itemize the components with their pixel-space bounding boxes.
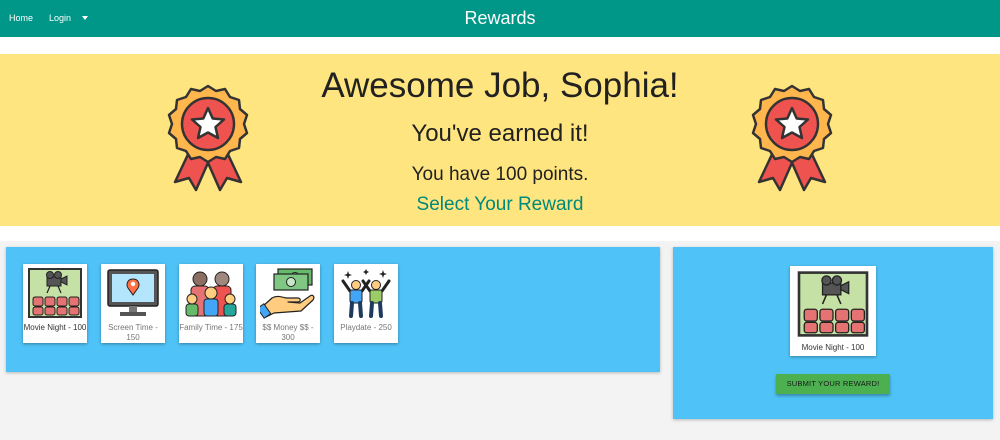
selected-reward-card: Movie Night - 100 [790,266,876,356]
family-icon [185,271,237,317]
money-hand-icon [260,268,315,319]
selected-reward-label: Movie Night - 100 [801,343,865,352]
selected-reward-panel: Movie Night - 100 SUBMIT YOUR REWARD! [673,247,993,419]
points-text: You have 100 points. [411,164,589,185]
reward-card-screen-time[interactable]: Screen Time - 150 [101,264,165,343]
rewards-panel: Movie Night - 100 Screen Time - 150 Fami… [6,247,660,372]
reward-card-label: Movie Night - 100 [23,323,87,332]
banner-subline: You've earned it! [411,120,589,147]
reward-card-family-time[interactable]: Family Time - 175 [179,264,243,343]
movie-night-icon [797,271,869,337]
select-reward-link-row: Select Your Reward [0,194,1000,216]
reward-card-label: Playdate - 250 [340,323,392,332]
playdate-icon [341,269,391,318]
reward-card-label: Family Time - 175 [179,323,243,332]
spacer [0,226,1000,241]
reward-card-label: Screen Time - 150 [108,323,158,342]
submit-reward-button[interactable]: SUBMIT YOUR REWARD! [776,374,890,394]
congrats-banner: Awesome Job, Sophia! You've earned it! Y… [0,54,1000,226]
reward-card-money[interactable]: $$ Money $$ - 300 [256,264,320,343]
reward-card-label: $$ Money $$ - 300 [262,323,314,342]
select-reward-link[interactable]: Select Your Reward [417,194,584,215]
page-title: Rewards [464,8,536,28]
banner-headline: Awesome Job, Sophia! [321,66,679,105]
spacer [0,37,1000,54]
reward-card-movie-night[interactable]: Movie Night - 100 [23,264,87,343]
award-ribbon-star-icon [751,84,833,192]
reward-card-playdate[interactable]: Playdate - 250 [334,264,398,343]
screen-time-icon [107,269,159,316]
movie-night-icon [28,268,82,318]
top-navbar: Home Login Rewards [0,0,1000,37]
